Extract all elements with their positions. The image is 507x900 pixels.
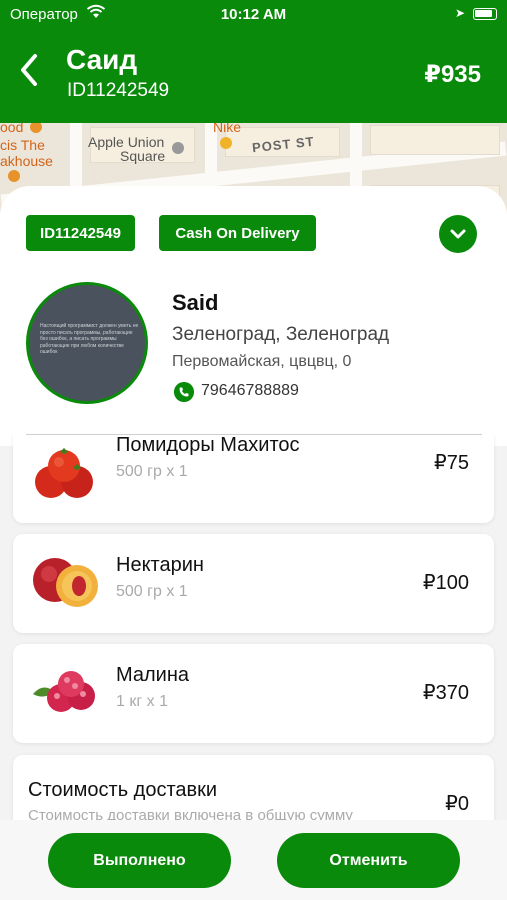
item-price: ₽100	[422, 572, 469, 594]
restaurant-pin-icon	[30, 123, 42, 133]
customer-name: Said	[172, 290, 219, 315]
list-item[interactable]: Помидоры Махитос 500 гр x 1 ₽75	[13, 436, 494, 523]
delivery-cost-card: Стоимость доставки Стоимость доставки вк…	[13, 755, 494, 820]
cancel-button[interactable]: Отменить	[277, 833, 460, 888]
items-list[interactable]: Помидоры Махитос 500 гр x 1 ₽75 Нектарин…	[0, 436, 507, 820]
map-label-steak: akhouse	[0, 153, 53, 169]
raspberry-icon	[33, 671, 95, 712]
item-qty: 1 кг x 1	[116, 693, 168, 710]
battery-icon	[473, 8, 497, 20]
restaurant-pin-icon	[8, 170, 20, 182]
customer-street: Первомайская, цвцвц, 0	[172, 353, 352, 370]
map-label-square: Square	[120, 148, 166, 164]
map-label-cheese: cis The	[0, 137, 45, 153]
complete-button[interactable]: Выполнено	[48, 833, 231, 888]
expand-button[interactable]	[439, 215, 477, 253]
customer-phone[interactable]: 79646788889	[201, 382, 299, 400]
item-name: Малина	[116, 664, 190, 686]
avatar-text: Настоящий программист должен уметь не пр…	[40, 323, 139, 355]
item-price: ₽370	[422, 682, 469, 704]
order-id-subtitle: ID11242549	[67, 80, 170, 101]
payment-method-badge: Cash On Delivery	[159, 215, 316, 251]
delivery-title: Стоимость доставки	[28, 779, 218, 801]
tomato-icon	[35, 448, 93, 498]
status-time: 10:12 AM	[220, 6, 287, 23]
list-item[interactable]: Малина 1 кг x 1 ₽370	[13, 644, 494, 743]
map-label-nike: Nike	[213, 123, 242, 135]
item-qty: 500 гр x 1	[116, 463, 188, 480]
nectarine-icon	[33, 558, 98, 607]
divider	[26, 434, 482, 435]
chevron-down-icon	[450, 229, 466, 239]
customer-city: Зеленоград, Зеленоград	[172, 324, 390, 345]
map-label-food: ood	[0, 123, 24, 135]
customer-title: Саид	[66, 44, 138, 75]
shop-pin-icon	[220, 137, 232, 149]
phone-icon[interactable]	[174, 382, 194, 402]
delivery-price: ₽0	[445, 793, 469, 815]
back-chevron-icon[interactable]	[14, 48, 44, 92]
order-id-badge: ID11242549	[26, 215, 135, 251]
header: Саид ID11242549 ₽935	[0, 28, 507, 123]
status-bar: Оператор 10:12 AM ➤	[0, 0, 507, 28]
item-price: ₽75	[434, 452, 469, 474]
item-qty: 500 гр x 1	[116, 583, 188, 600]
item-name: Нектарин	[116, 554, 204, 576]
avatar: Настоящий программист должен уметь не пр…	[26, 282, 148, 404]
list-item[interactable]: Нектарин 500 гр x 1 ₽100	[13, 534, 494, 633]
delivery-note: Стоимость доставки включена в общую сумм…	[28, 807, 353, 820]
landmark-pin-icon	[172, 142, 184, 154]
location-arrow-icon: ➤	[454, 6, 465, 20]
order-total: ₽935	[424, 61, 481, 88]
item-name: Помидоры Махитос	[116, 436, 300, 456]
